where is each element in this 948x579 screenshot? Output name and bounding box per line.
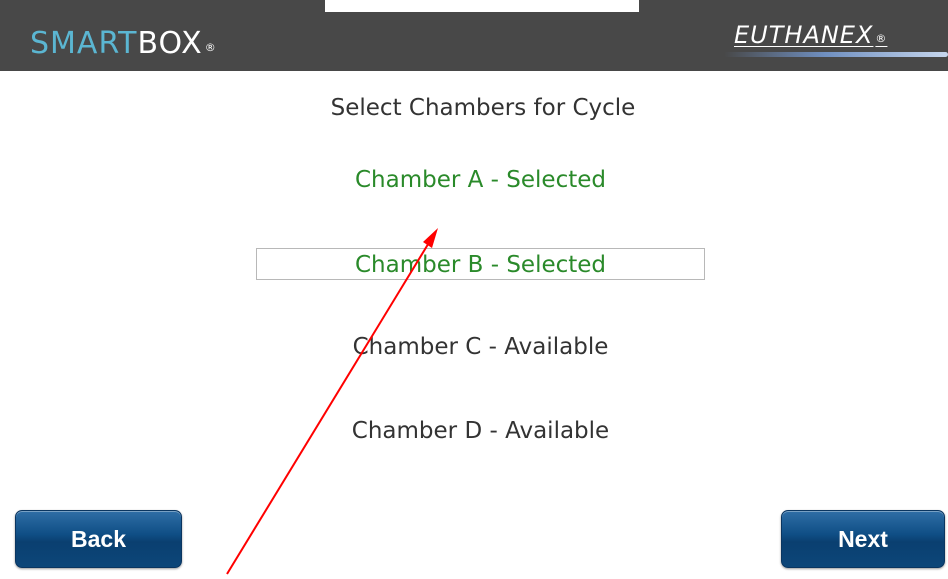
euthanex-logo-text: EUTHANEX ® <box>734 21 887 49</box>
euthanex-logo: EUTHANEX ® <box>704 21 948 61</box>
chamber-d-option[interactable]: Chamber D - Available <box>256 415 705 447</box>
page-title: Select Chambers for Cycle <box>330 95 636 121</box>
euthanex-registered-mark: ® <box>875 32 888 45</box>
next-button[interactable]: Next <box>781 510 945 568</box>
header-bar: SMARTBOX ® EUTHANEX ® <box>0 0 948 71</box>
logo-box-text: BOX <box>137 26 203 61</box>
chamber-c-option[interactable]: Chamber C - Available <box>256 331 705 363</box>
arrow-shaft <box>226 240 431 575</box>
smartbox-logo: SMARTBOX ® <box>30 27 217 61</box>
red-arrow-icon <box>226 228 438 575</box>
chamber-b-option[interactable]: Chamber B - Selected <box>256 248 705 280</box>
logo-smart-text: SMART <box>30 26 138 61</box>
registered-mark: ® <box>204 41 217 54</box>
smartbox-screen: SMARTBOX ® EUTHANEX ® Select Chambers for … <box>0 0 948 579</box>
chamber-a-option[interactable]: Chamber A - Selected <box>256 164 705 196</box>
arrow-head <box>423 228 438 248</box>
euthanex-name: EUTHANEX <box>734 21 874 49</box>
logo-swoosh <box>724 52 948 57</box>
back-button[interactable]: Back <box>15 510 182 568</box>
header-tab <box>325 0 639 12</box>
